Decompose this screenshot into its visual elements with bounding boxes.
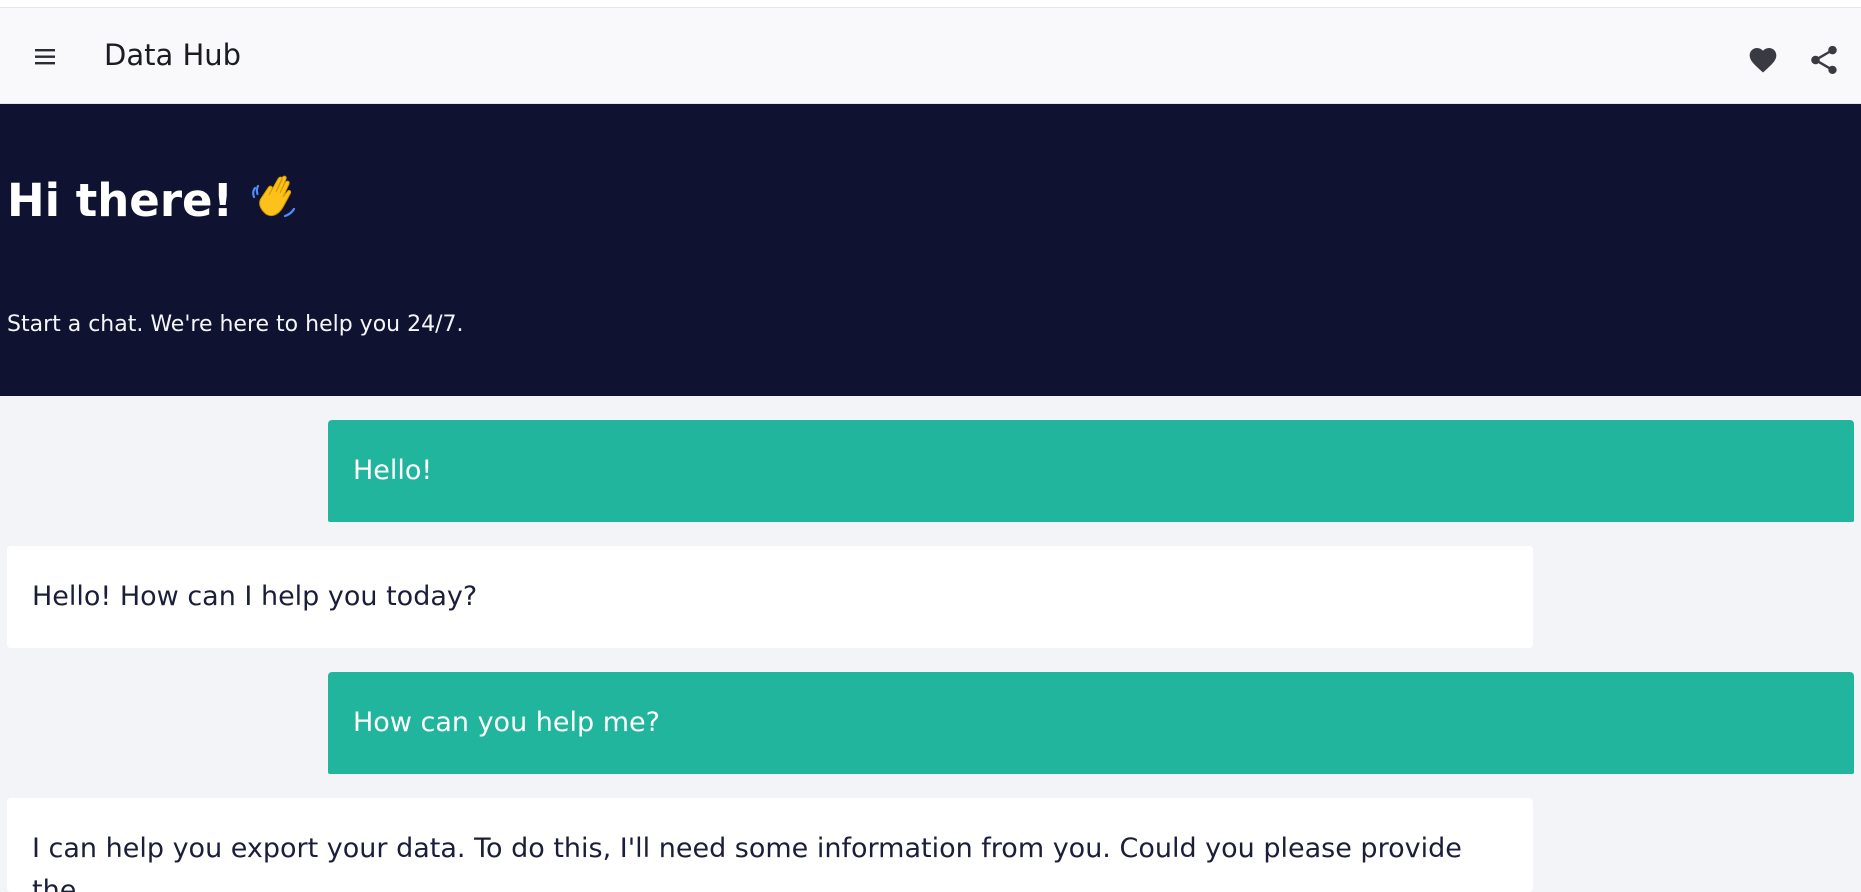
user-message: How can you help me? — [328, 672, 1854, 774]
message-text: Hello! How can I help you today? — [32, 581, 478, 613]
heart-icon — [1746, 48, 1780, 80]
share-button[interactable] — [1807, 43, 1841, 77]
menu-icon — [34, 46, 58, 68]
menu-button[interactable] — [34, 46, 58, 68]
message-text: How can you help me? — [353, 707, 660, 739]
app-bar: Data Hub — [0, 8, 1861, 104]
welcome-banner: Hi there! Start a chat. We're here to he… — [0, 104, 1861, 396]
top-border — [0, 0, 1861, 8]
user-message: Hello! — [328, 420, 1854, 522]
welcome-title: Hi there! — [7, 170, 299, 232]
bot-message: I can help you export your data. To do t… — [7, 798, 1533, 892]
message-text: I can help you export your data. To do t… — [32, 833, 1462, 892]
message-text: Hello! — [353, 455, 433, 487]
welcome-subtitle: Start a chat. We're here to help you 24/… — [7, 312, 464, 337]
share-icon — [1807, 45, 1841, 81]
bot-message: Hello! How can I help you today? — [7, 546, 1533, 648]
app-title: Data Hub — [104, 38, 242, 72]
welcome-title-text: Hi there! — [7, 174, 234, 227]
waving-hand-icon — [249, 170, 299, 232]
favorite-button[interactable] — [1746, 44, 1780, 76]
